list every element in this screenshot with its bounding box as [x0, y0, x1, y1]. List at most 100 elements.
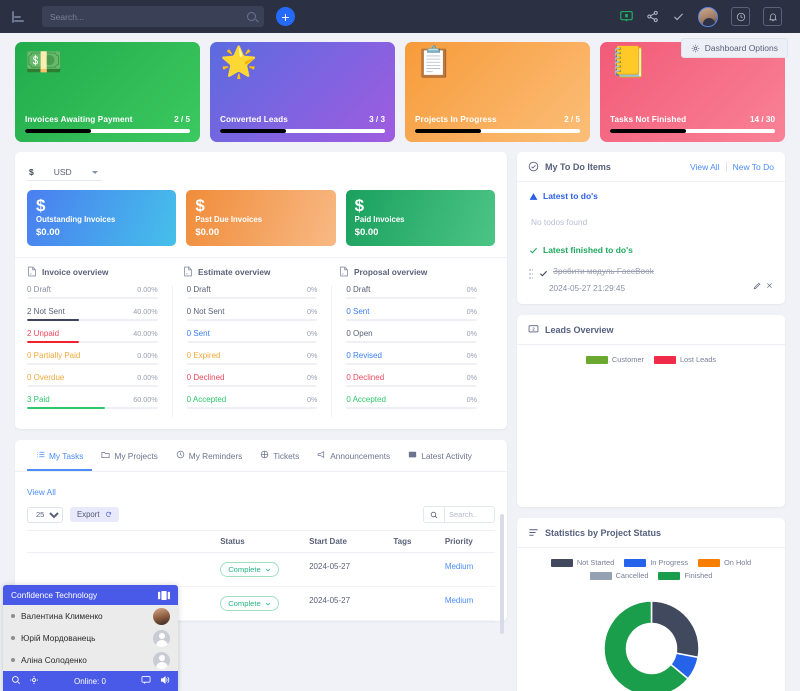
contact-name: Юрій Мордованець — [21, 633, 147, 643]
document-icon — [27, 266, 37, 277]
status-badge[interactable]: Complete — [220, 596, 279, 611]
chat-search-icon[interactable] — [11, 675, 21, 687]
status-badge[interactable]: Complete — [220, 562, 279, 577]
money-card[interactable]: $Past Due Invoices$0.00 — [186, 190, 335, 246]
tab-announcements[interactable]: Announcements — [308, 440, 399, 471]
money-card[interactable]: $Outstanding Invoices$0.00 — [27, 190, 176, 246]
legend-item[interactable]: Lost Leads — [654, 355, 716, 364]
overview-row-bar — [187, 319, 318, 322]
chat-minimize-icon[interactable] — [158, 591, 170, 600]
overview-row: 0 Sent0% — [187, 329, 318, 343]
priority-label: Medium — [445, 596, 473, 605]
legend-item[interactable]: Customer — [586, 355, 644, 364]
export-button[interactable]: Export — [70, 507, 119, 522]
task-list-icon — [36, 450, 45, 461]
overview-title: Proposal overview — [339, 266, 495, 277]
chat-contact[interactable]: Юрій Мордованець — [3, 627, 178, 649]
chat-widget[interactable]: Confidence Technology Валентина Клименко… — [3, 585, 178, 691]
stat-card[interactable]: 💵Invoices Awaiting Payment2 / 5 — [15, 42, 200, 142]
task-status-cell[interactable]: Complete — [214, 553, 303, 587]
table-column-header[interactable]: Start Date — [303, 531, 387, 553]
stat-card[interactable]: 🌟Converted Leads3 / 3 — [210, 42, 395, 142]
overview-row: 0 Expired0% — [187, 351, 318, 365]
tab-my-tasks[interactable]: My Tasks — [27, 440, 92, 471]
table-search-icon[interactable] — [423, 506, 445, 523]
contact-avatar — [153, 630, 170, 647]
contact-avatar — [153, 652, 170, 669]
chat-settings-icon[interactable] — [29, 675, 39, 687]
edit-icon[interactable] — [753, 282, 761, 292]
document-icon — [183, 266, 193, 277]
legend-item[interactable]: In Progress — [624, 558, 688, 567]
money-card[interactable]: $Paid Invoices$0.00 — [346, 190, 495, 246]
overview-row-pct: 0% — [307, 395, 317, 404]
overview-row-pct: 0% — [307, 351, 317, 360]
svg-text:2: 2 — [532, 326, 535, 331]
legend-item[interactable]: Cancelled — [590, 571, 649, 580]
money-card-title: Paid Invoices — [355, 215, 486, 224]
chat-message-icon[interactable] — [141, 675, 151, 687]
search-input[interactable] — [50, 12, 247, 22]
donut-slice — [651, 601, 699, 657]
table-column-header[interactable] — [27, 531, 214, 553]
legend-label: On Hold — [724, 558, 751, 567]
close-icon[interactable] — [766, 282, 773, 291]
stat-card-count: 2 / 5 — [174, 115, 190, 124]
share-icon[interactable] — [646, 10, 659, 23]
legend-item[interactable]: Finished — [658, 571, 712, 580]
per-page-select[interactable]: 102550100 — [27, 507, 63, 523]
overview-row-label: 0 Draft — [346, 285, 370, 294]
todo-item[interactable]: Зробити модуль FaceBook — [529, 267, 773, 280]
table-column-header[interactable]: Priority — [439, 531, 495, 553]
screen-share-icon[interactable] — [620, 10, 633, 23]
overview-row-pct: 0% — [307, 285, 317, 294]
table-column-header[interactable]: Status — [214, 531, 303, 553]
global-search[interactable] — [42, 6, 264, 27]
megaphone-icon — [317, 450, 326, 461]
chat-header[interactable]: Confidence Technology — [3, 585, 178, 605]
legend-item[interactable]: On Hold — [698, 558, 751, 567]
bell-icon[interactable] — [763, 7, 782, 26]
legend-swatch — [654, 356, 676, 364]
overview-row: 2 Not Sent40.00% — [27, 307, 158, 321]
add-new-button[interactable]: + — [276, 7, 295, 26]
table-row[interactable]: Complete 2024-05-27Medium — [27, 553, 495, 587]
todo-view-all-link[interactable]: View All — [690, 162, 720, 172]
stat-card-progress — [220, 129, 385, 133]
table-column-header[interactable]: Tags — [387, 531, 438, 553]
tasks-view-all-link[interactable]: View All — [27, 487, 56, 497]
overview-row: 0 Draft0% — [346, 285, 477, 299]
table-scrollbar[interactable] — [500, 514, 504, 634]
task-status-cell[interactable]: Complete — [214, 587, 303, 621]
task-tags-cell — [387, 587, 438, 621]
new-todo-link[interactable]: New To Do — [733, 162, 774, 172]
avatar[interactable] — [698, 7, 718, 27]
currency-glyph: $ — [355, 197, 486, 214]
overview-row-bar — [187, 385, 318, 388]
check-icon[interactable] — [672, 10, 685, 23]
stat-card[interactable]: 📋Projects In Progress2 / 5 — [405, 42, 590, 142]
tab-my-reminders[interactable]: My Reminders — [167, 440, 251, 471]
dashboard-options-button[interactable]: Dashboard Options — [681, 38, 788, 58]
overview-row-bar — [27, 341, 158, 344]
tab-tickets[interactable]: Tickets — [251, 440, 308, 471]
chat-sound-icon[interactable] — [159, 675, 170, 687]
overview-row-bar — [27, 407, 158, 410]
legend-item[interactable]: Not Started — [551, 558, 614, 567]
table-search-group[interactable] — [423, 506, 495, 523]
currency-selector[interactable]: $ USD — [27, 167, 102, 181]
chat-contact[interactable]: Аліна Солоденко — [3, 649, 178, 671]
tab-label: My Reminders — [189, 451, 242, 461]
tab-latest-activity[interactable]: Latest Activity — [399, 440, 481, 471]
legend-swatch — [586, 356, 608, 364]
sidebar-toggle-icon[interactable] — [12, 9, 28, 25]
overview-row-label: 3 Paid — [27, 395, 50, 404]
tab-my-projects[interactable]: My Projects — [92, 440, 166, 471]
chat-contact[interactable]: Валентина Клименко — [3, 605, 178, 627]
todo-check-icon[interactable] — [539, 269, 548, 278]
overview-row-bar — [346, 297, 477, 300]
table-search-input[interactable] — [445, 506, 495, 523]
drag-handle-icon[interactable] — [529, 269, 534, 280]
clock-icon[interactable] — [731, 7, 750, 26]
overview-row: 0 Accepted0% — [187, 395, 318, 409]
